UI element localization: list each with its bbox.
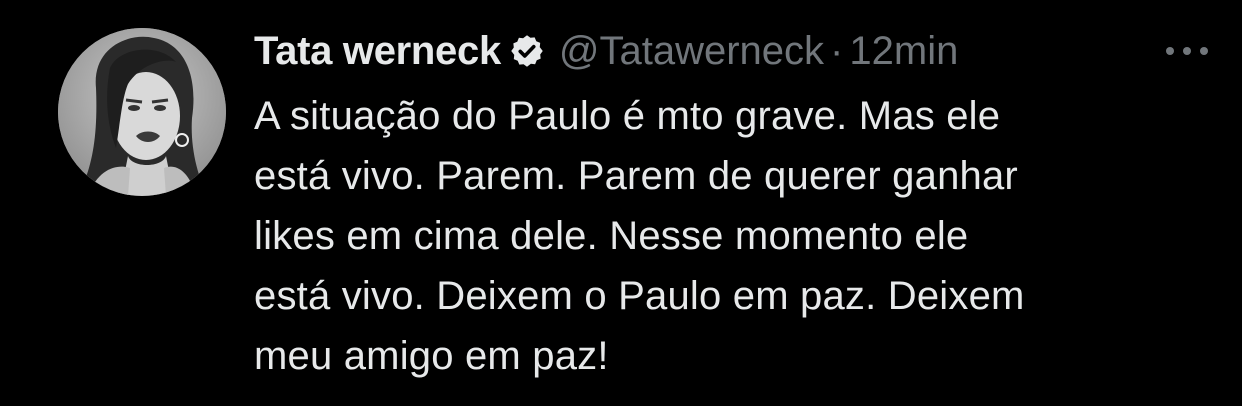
verified-badge-icon [511, 35, 543, 67]
tweet-header: Tata werneck @Tatawerneck · 12min [254, 26, 1214, 76]
header-separator: · [830, 28, 844, 73]
tweet-text: A situação do Paulo é mto grave. Mas ele… [254, 94, 1025, 378]
user-handle[interactable]: @Tatawerneck [559, 29, 824, 74]
display-name[interactable]: Tata werneck [254, 29, 501, 74]
tweet-timestamp[interactable]: 12min [849, 29, 958, 74]
avatar[interactable] [58, 28, 226, 196]
tweet[interactable]: Tata werneck @Tatawerneck · 12min A situ… [0, 0, 1242, 406]
more-horizontal-icon[interactable] [1160, 36, 1214, 66]
avatar-image [58, 28, 226, 196]
